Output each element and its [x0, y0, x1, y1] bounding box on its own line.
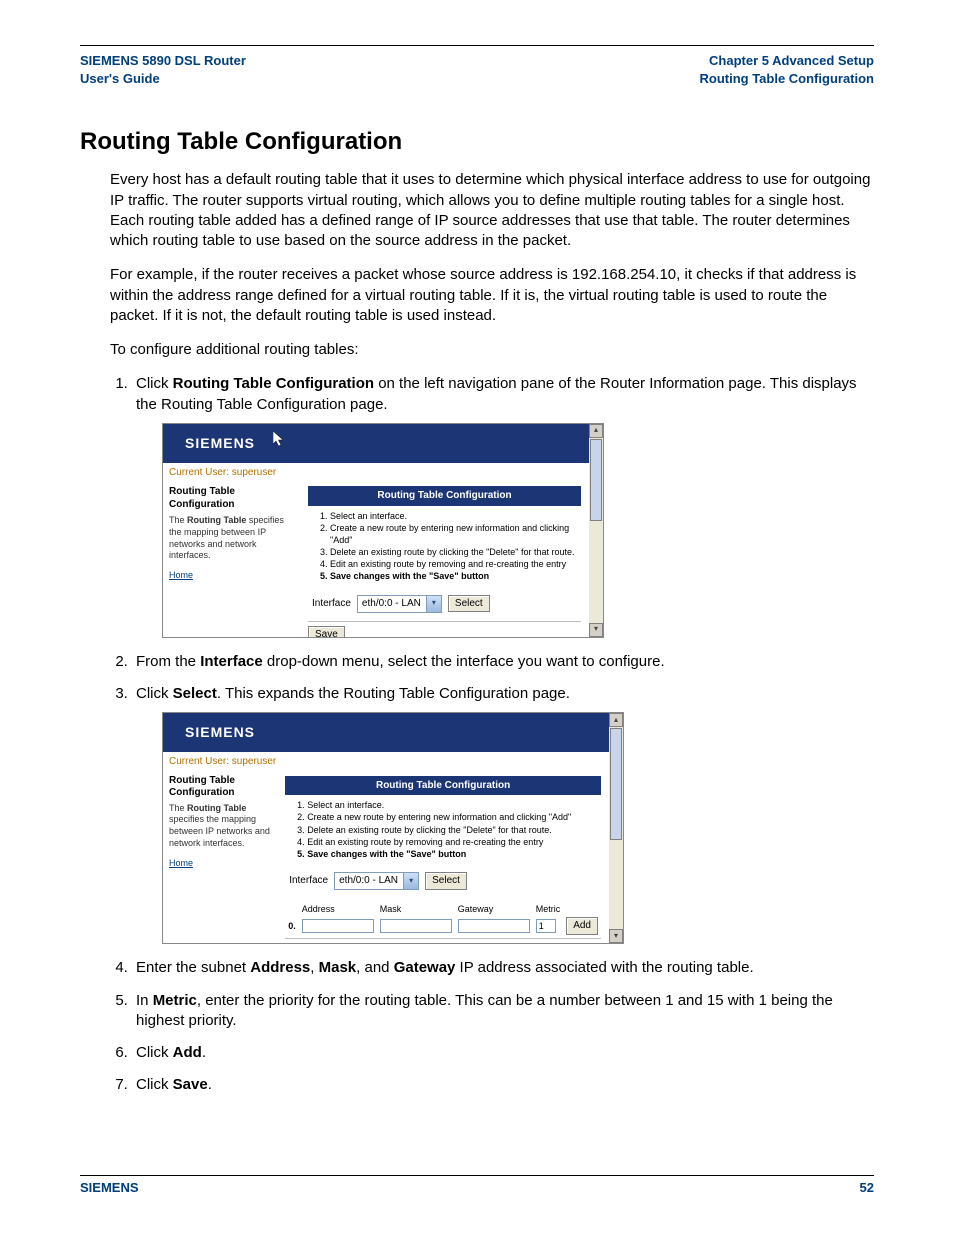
- brand-text: SIEMENS: [185, 724, 255, 740]
- header-guide: User's Guide: [80, 70, 246, 88]
- scroll-up-icon[interactable]: ▴: [589, 424, 603, 438]
- left-nav-desc: The Routing Table specifies the mapping …: [169, 803, 271, 850]
- brand-banner: SIEMENS: [163, 424, 589, 463]
- scroll-thumb[interactable]: [610, 728, 622, 840]
- scroll-up-icon[interactable]: ▴: [609, 713, 623, 727]
- step-3: Click Select. This expands the Routing T…: [132, 684, 874, 944]
- metric-input[interactable]: [536, 919, 556, 933]
- step-2: From the Interface drop-down menu, selec…: [132, 652, 874, 672]
- left-nav-title: Routing Table Configuration: [169, 775, 271, 799]
- save-button[interactable]: Save: [285, 943, 322, 944]
- panel-title: Routing Table Configuration: [308, 486, 581, 506]
- current-user-label: Current User: superuser: [163, 463, 589, 483]
- left-nav: Routing Table Configuration The Routing …: [163, 482, 300, 637]
- page-header: SIEMENS 5890 DSL Router User's Guide Cha…: [80, 46, 874, 92]
- header-chapter: Chapter 5 Advanced Setup: [699, 52, 874, 70]
- scroll-down-icon[interactable]: ▾: [589, 623, 603, 637]
- interface-select[interactable]: eth/0:0 - LAN ▾: [357, 595, 442, 613]
- current-user-label: Current User: superuser: [163, 752, 609, 772]
- chevron-down-icon[interactable]: ▾: [403, 873, 418, 889]
- chevron-down-icon[interactable]: ▾: [426, 596, 441, 612]
- panel-title: Routing Table Configuration: [285, 776, 601, 796]
- left-nav-title: Routing Table Configuration: [169, 485, 294, 511]
- scroll-thumb[interactable]: [590, 439, 602, 521]
- mask-input[interactable]: [380, 919, 452, 933]
- save-button[interactable]: Save: [308, 626, 345, 637]
- step-1: Click Routing Table Configuration on the…: [132, 374, 874, 638]
- col-metric: Metric: [533, 902, 564, 916]
- intro-paragraph-1: Every host has a default routing table t…: [110, 170, 874, 251]
- step-7: Click Save.: [132, 1075, 874, 1095]
- interface-label: Interface: [312, 597, 351, 611]
- intro-paragraph-2: For example, if the router receives a pa…: [110, 265, 874, 326]
- address-input[interactable]: [302, 919, 374, 933]
- home-link[interactable]: Home: [169, 570, 294, 582]
- row-index: 0.: [285, 916, 299, 936]
- screenshot-1: ▴ ▾ SIEMENS Current User: superuser Rout…: [162, 423, 604, 638]
- scrollbar[interactable]: ▴ ▾: [608, 713, 623, 943]
- footer-brand: SIEMENS: [80, 1180, 139, 1195]
- step-6: Click Add.: [132, 1043, 874, 1063]
- route-row: 0. Add: [285, 916, 601, 936]
- page-footer: SIEMENS 52: [80, 1175, 874, 1195]
- steps-list: Click Routing Table Configuration on the…: [110, 374, 874, 1095]
- brand-text: SIEMENS: [185, 435, 255, 451]
- screenshot-2: ▴ ▾ SIEMENS Current User: superuser Rout…: [162, 712, 624, 944]
- left-nav-desc: The Routing Table specifies the mapping …: [169, 515, 294, 562]
- step-5: In Metric, enter the priority for the ro…: [132, 991, 874, 1032]
- interface-select[interactable]: eth/0:0 - LAN ▾: [334, 872, 419, 890]
- col-address: Address: [299, 902, 377, 916]
- brand-banner: SIEMENS: [163, 713, 609, 752]
- col-mask: Mask: [377, 902, 455, 916]
- interface-label: Interface: [289, 874, 328, 888]
- left-nav: Routing Table Configuration The Routing …: [163, 772, 277, 944]
- intro-paragraph-3: To configure additional routing tables:: [110, 340, 874, 360]
- header-product: SIEMENS 5890 DSL Router: [80, 52, 246, 70]
- scroll-down-icon[interactable]: ▾: [609, 929, 623, 943]
- cursor-icon: [273, 431, 285, 449]
- home-link[interactable]: Home: [169, 858, 271, 870]
- step-4: Enter the subnet Address, Mask, and Gate…: [132, 958, 874, 978]
- col-gateway: Gateway: [455, 902, 533, 916]
- scrollbar[interactable]: ▴ ▾: [588, 424, 603, 637]
- route-fields-table: Address Mask Gateway Metric 0.: [285, 902, 601, 936]
- gateway-input[interactable]: [458, 919, 530, 933]
- select-button[interactable]: Select: [425, 872, 467, 890]
- header-section: Routing Table Configuration: [699, 70, 874, 88]
- page-number: 52: [860, 1180, 874, 1195]
- panel-instructions: Select an interface. Create a new route …: [285, 799, 601, 866]
- select-button[interactable]: Select: [448, 595, 490, 613]
- add-button[interactable]: Add: [566, 917, 598, 935]
- page-title: Routing Table Configuration: [80, 128, 874, 156]
- panel-instructions: Select an interface. Create a new route …: [308, 510, 581, 589]
